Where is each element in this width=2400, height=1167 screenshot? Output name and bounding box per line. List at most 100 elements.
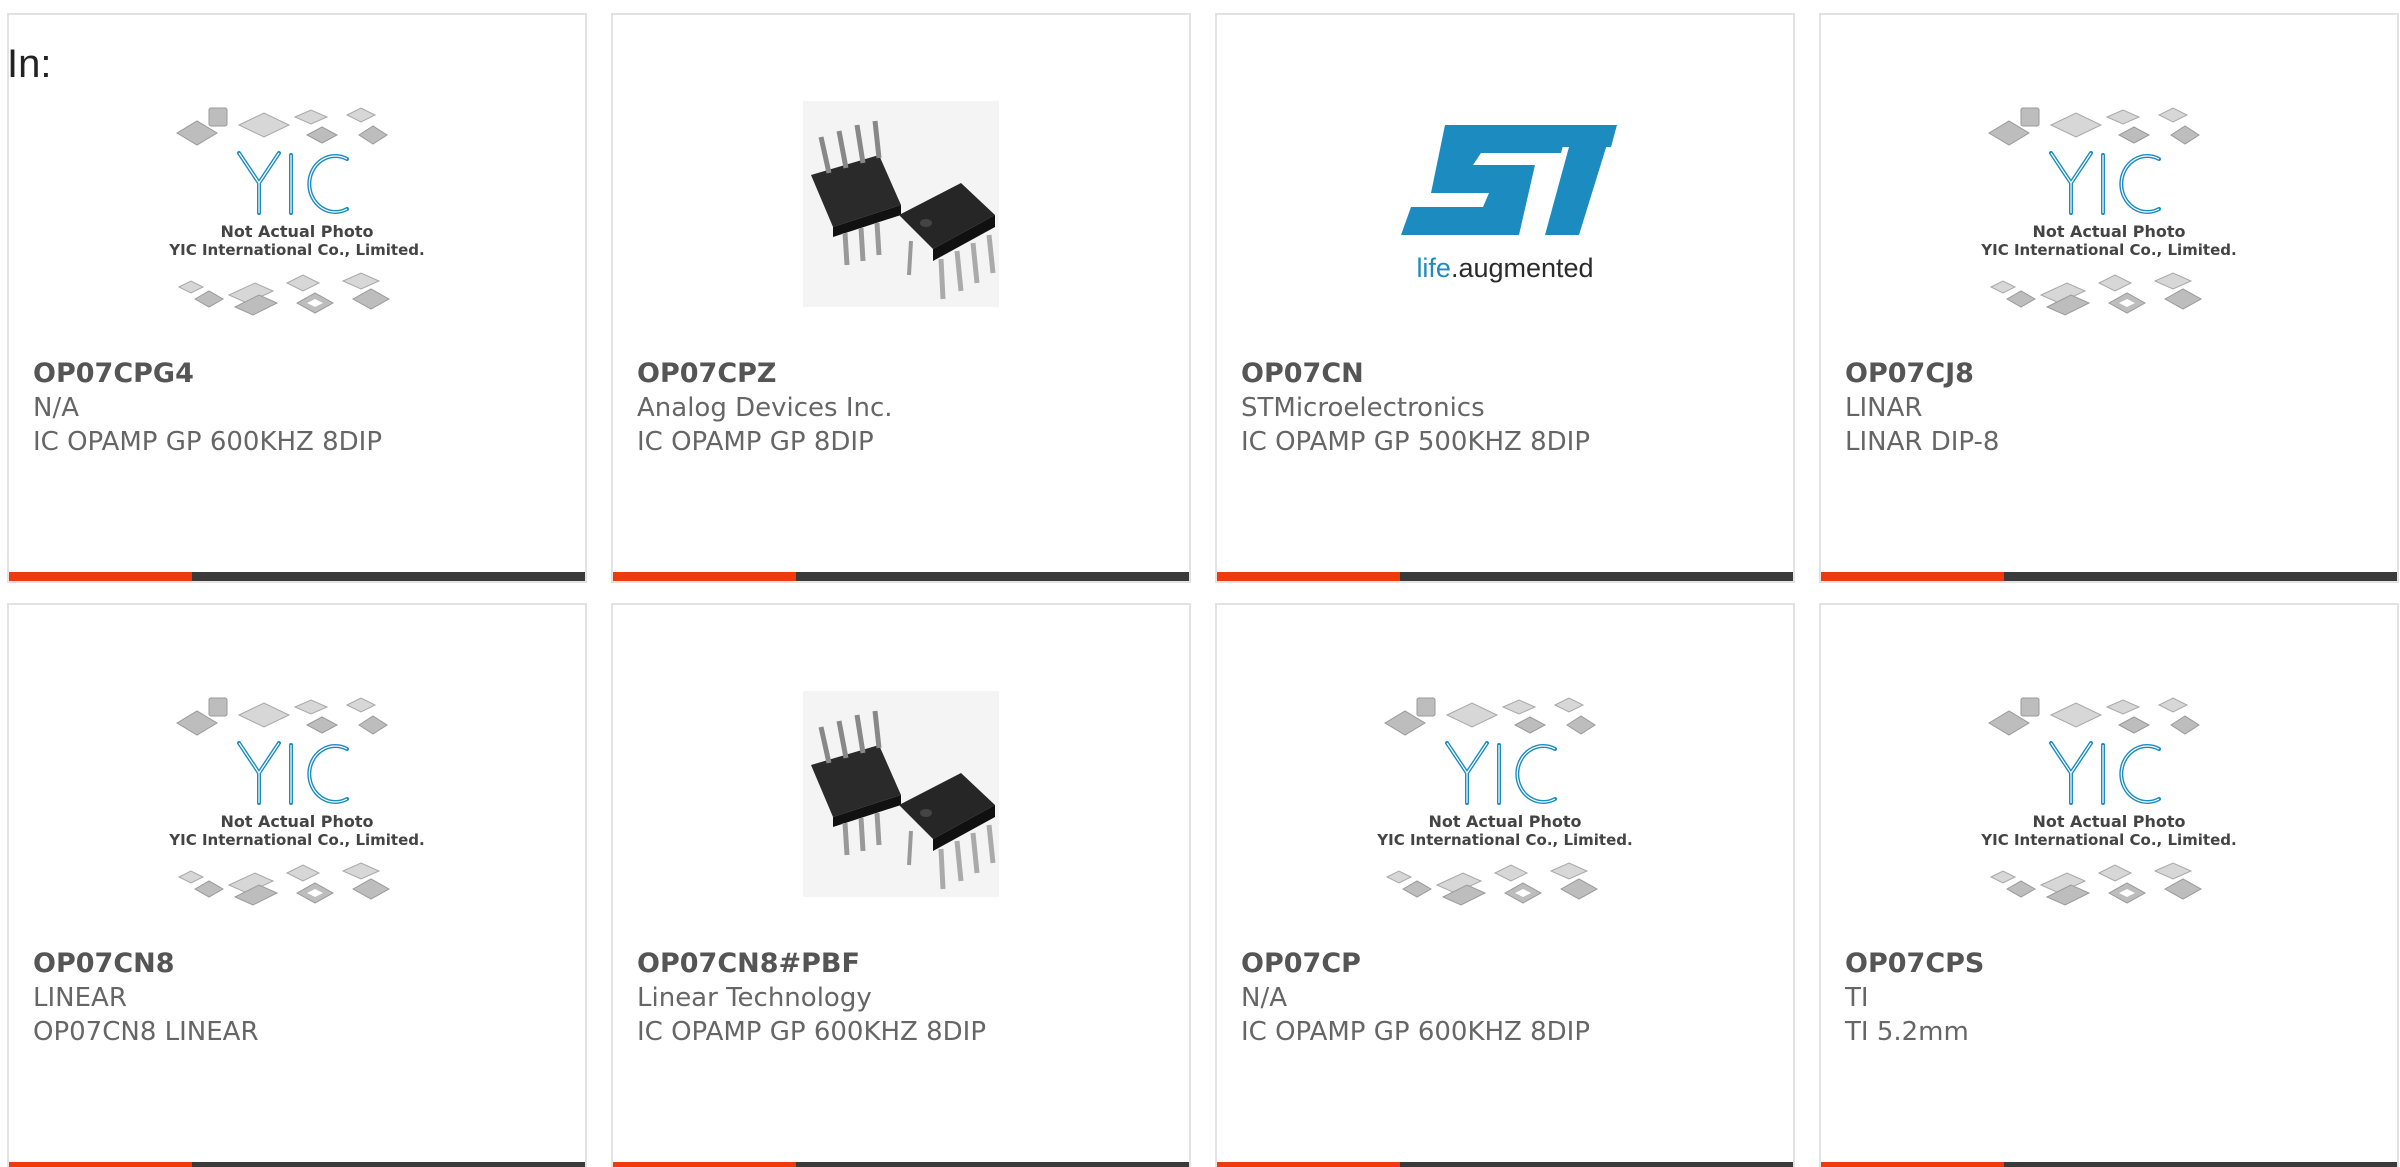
manufacturer: STMicroelectronics (1241, 393, 1485, 423)
manufacturer: N/A (1241, 983, 1287, 1013)
product-info: OP07CPG4 N/A IC OPAMP GP 600KHZ 8DIP (33, 357, 569, 459)
card-bottom-bar (1217, 572, 1793, 581)
chip-cluster-bottom-icon (1989, 862, 2203, 906)
placeholder-text-line1: Not Actual Photo (2032, 222, 2185, 241)
part-number-link[interactable]: OP07CPG4 (33, 357, 569, 391)
product-image[interactable]: life.augmented (1217, 55, 1793, 355)
card-bottom-bar (613, 572, 1189, 581)
product-image[interactable] (613, 645, 1189, 945)
placeholder-text-line1: Not Actual Photo (1428, 812, 1581, 831)
placeholder-text-line2: YIC International Co., Limited. (1980, 831, 2236, 849)
chip-cluster-bottom-icon (1385, 862, 1599, 906)
yic-placeholder-image: Not Actual Photo YIC International Co., … (168, 697, 425, 906)
manufacturer: LINAR (1845, 393, 1923, 423)
part-number-link[interactable]: OP07CN (1241, 357, 1777, 391)
card-bottom-bar (1821, 572, 2397, 581)
product-image[interactable]: Not Actual Photo YIC International Co., … (1821, 645, 2397, 945)
card-accent-bar (613, 572, 796, 581)
chip-cluster-top-icon (1988, 697, 2200, 736)
manufacturer: TI (1845, 983, 1869, 1013)
card-bottom-bar (1821, 1162, 2397, 1167)
st-tagline-augmented: .augmented (1451, 253, 1594, 283)
description: IC OPAMP GP 600KHZ 8DIP (1241, 1017, 1591, 1047)
yic-placeholder-image: Not Actual Photo YIC International Co., … (1980, 697, 2237, 906)
yic-logo (237, 151, 349, 215)
yic-logo (2049, 741, 2161, 805)
part-number-link[interactable]: OP07CJ8 (1845, 357, 2381, 391)
dip8-chip-photo (803, 691, 999, 897)
st-tagline-life: life (1416, 253, 1451, 283)
placeholder-text-line1: Not Actual Photo (2032, 812, 2185, 831)
product-grid: Not Actual Photo YIC International Co., … (7, 13, 2399, 1167)
card-bottom-bar (1217, 1162, 1793, 1167)
product-image[interactable]: Not Actual Photo YIC International Co., … (1821, 55, 2397, 355)
product-card[interactable]: Not Actual Photo YIC International Co., … (7, 13, 587, 583)
product-card[interactable]: Not Actual Photo YIC International Co., … (1819, 603, 2399, 1167)
part-number-link[interactable]: OP07CN8 (33, 947, 569, 981)
chip-cluster-bottom-icon (1989, 272, 2203, 316)
placeholder-text-line1: Not Actual Photo (220, 222, 373, 241)
description: OP07CN8 LINEAR (33, 1017, 259, 1047)
chip-cluster-bottom-icon (177, 862, 391, 906)
card-bottom-bar (613, 1162, 1189, 1167)
part-number-link[interactable]: OP07CPS (1845, 947, 2381, 981)
product-card[interactable]: OP07CPZ Analog Devices Inc. IC OPAMP GP 8D… (611, 13, 1191, 583)
yic-logo (237, 741, 349, 805)
st-logo-mark-icon (1401, 125, 1617, 235)
yic-placeholder-image: Not Actual Photo YIC International Co., … (1376, 697, 1633, 906)
manufacturer: LINEAR (33, 983, 127, 1013)
yic-logo (1445, 741, 1557, 805)
yic-logo (2049, 151, 2161, 215)
description: IC OPAMP GP 8DIP (637, 427, 874, 457)
manufacturer: Linear Technology (637, 983, 872, 1013)
manufacturer: N/A (33, 393, 79, 423)
chip-cluster-top-icon (1384, 697, 1596, 736)
product-info: OP07CPS TI TI 5.2mm (1845, 947, 2381, 1049)
product-card[interactable]: Not Actual Photo YIC International Co., … (1819, 13, 2399, 583)
part-number-link[interactable]: OP07CN8#PBF (637, 947, 1173, 981)
manufacturer: Analog Devices Inc. (637, 393, 893, 423)
description: TI 5.2mm (1845, 1017, 1969, 1047)
product-info: OP07CN STMicroelectronics IC OPAMP GP 500K… (1241, 357, 1777, 459)
product-card[interactable]: life.augmented OP07CN STMicroelectronics I… (1215, 13, 1795, 583)
dip8-chip-photo (803, 101, 999, 307)
card-accent-bar (1217, 572, 1400, 581)
placeholder-text-line1: Not Actual Photo (220, 812, 373, 831)
card-accent-bar (1217, 1162, 1400, 1167)
yic-placeholder-image: Not Actual Photo YIC International Co., … (1980, 107, 2237, 316)
part-number-link[interactable]: OP07CP (1241, 947, 1777, 981)
product-image[interactable] (613, 55, 1189, 355)
placeholder-text-line2: YIC International Co., Limited. (1980, 241, 2236, 259)
description: IC OPAMP GP 600KHZ 8DIP (637, 1017, 987, 1047)
card-accent-bar (9, 1162, 192, 1167)
product-info: OP07CN8#PBF Linear Technology IC OPAMP GP … (637, 947, 1173, 1049)
product-image[interactable]: Not Actual Photo YIC International Co., … (9, 55, 585, 355)
chip-cluster-bottom-icon (177, 272, 391, 316)
product-card[interactable]: OP07CN8#PBF Linear Technology IC OPAMP GP … (611, 603, 1191, 1167)
product-image[interactable]: Not Actual Photo YIC International Co., … (9, 645, 585, 945)
yic-placeholder-image: Not Actual Photo YIC International Co., … (168, 107, 425, 316)
product-card[interactable]: Not Actual Photo YIC International Co., … (1215, 603, 1795, 1167)
st-logo: life.augmented (1401, 125, 1617, 283)
in-label: In: (7, 42, 52, 86)
placeholder-text-line2: YIC International Co., Limited. (168, 831, 424, 849)
card-bottom-bar (9, 1162, 585, 1167)
product-info: OP07CPZ Analog Devices Inc. IC OPAMP GP 8D… (637, 357, 1173, 459)
card-bottom-bar (9, 572, 585, 581)
card-accent-bar (613, 1162, 796, 1167)
product-info: OP07CP N/A IC OPAMP GP 600KHZ 8DIP (1241, 947, 1777, 1049)
svg-text:life.augmented: life.augmented (1416, 253, 1593, 283)
card-accent-bar (1821, 572, 2004, 581)
chip-cluster-top-icon (176, 107, 388, 146)
chip-cluster-top-icon (176, 697, 388, 736)
part-number-link[interactable]: OP07CPZ (637, 357, 1173, 391)
card-accent-bar (9, 572, 192, 581)
chip-cluster-top-icon (1988, 107, 2200, 146)
description: LINAR DIP-8 (1845, 427, 2000, 457)
card-accent-bar (1821, 1162, 2004, 1167)
page: In: Not Actual Photo YIC International C (0, 0, 2400, 1167)
product-image[interactable]: Not Actual Photo YIC International Co., … (1217, 645, 1793, 945)
product-card[interactable]: Not Actual Photo YIC International Co., … (7, 603, 587, 1167)
placeholder-text-line2: YIC International Co., Limited. (1376, 831, 1632, 849)
product-info: OP07CJ8 LINAR LINAR DIP-8 (1845, 357, 2381, 459)
